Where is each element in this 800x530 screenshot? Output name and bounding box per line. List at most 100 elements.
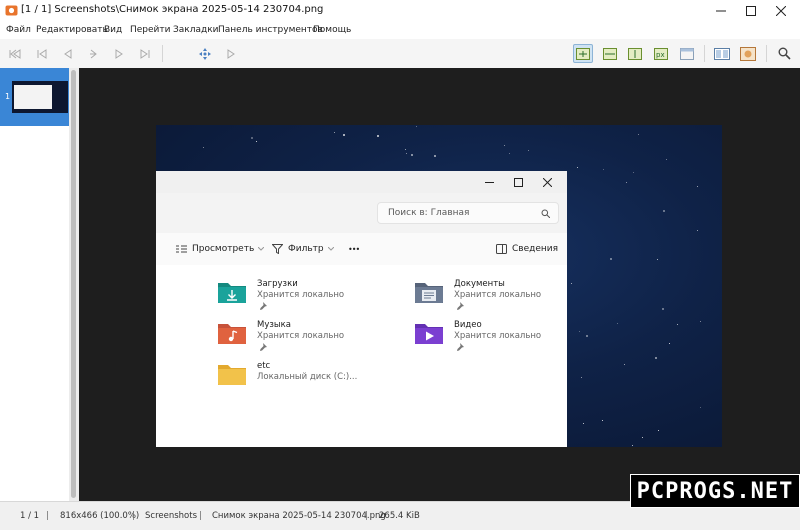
star-dot: [528, 149, 530, 151]
search-icon: [541, 209, 550, 218]
more-command: •••: [348, 242, 360, 256]
thumbnail-panel: 1: [0, 68, 69, 501]
toolbar-divider: [704, 45, 705, 62]
last-page-icon: [140, 48, 150, 59]
folder-documents: Документы Хранится локально: [414, 279, 584, 313]
filter-command: Фильтр: [272, 242, 339, 256]
fit-height-button[interactable]: [625, 44, 645, 63]
menu-toolbar[interactable]: Панель инструментов: [218, 25, 323, 35]
maximize-icon: [513, 177, 523, 187]
explorer-address-bar: Поиск в: Главная: [156, 193, 567, 234]
status-file-name: Снимок экрана 2025-05-14 230704.png: [212, 511, 386, 521]
previous-folder-button[interactable]: [32, 44, 52, 63]
move-button[interactable]: [195, 44, 215, 63]
blank-icon: [680, 47, 694, 60]
last-page-button[interactable]: [135, 44, 155, 63]
menu-go[interactable]: Перейти: [130, 25, 171, 35]
star-dot: [657, 430, 659, 432]
folder-icon: [218, 365, 246, 385]
blank-view-button[interactable]: [677, 44, 697, 63]
star-dot: [632, 445, 634, 447]
star-dot: [251, 137, 254, 140]
star-dot: [625, 182, 627, 184]
rotate-icon: [90, 49, 97, 58]
minimize-button[interactable]: [706, 0, 736, 22]
menu-bookmarks[interactable]: Закладки: [173, 25, 219, 35]
manga-mode-button[interactable]: [738, 44, 758, 63]
maximize-button[interactable]: [736, 0, 766, 22]
star-dot: [434, 154, 437, 157]
minimize-icon: [484, 181, 494, 183]
star-dot: [334, 131, 336, 133]
fit-window-button[interactable]: [573, 44, 593, 63]
chevron-down-icon: [258, 247, 265, 251]
toolbar-divider: [162, 45, 163, 62]
status-page-count: 1 / 1: [20, 511, 40, 521]
watermark-text: PCPROGS.NET: [636, 479, 794, 504]
menu-help[interactable]: Помощь: [313, 25, 351, 35]
next-icon: [115, 48, 123, 59]
star-dot: [580, 376, 582, 378]
next-button[interactable]: [109, 44, 129, 63]
star-dot: [582, 422, 584, 424]
close-button[interactable]: [766, 0, 796, 22]
menu-view[interactable]: Вид: [104, 25, 122, 35]
manga-icon: [740, 46, 756, 61]
search-button[interactable]: [774, 44, 794, 63]
search-icon: [778, 47, 791, 60]
svg-text:px: px: [656, 51, 665, 59]
first-page-button[interactable]: [5, 44, 25, 63]
star-dot: [504, 145, 506, 147]
menu-file[interactable]: Файл: [6, 25, 31, 35]
fit-width-icon: [603, 47, 617, 60]
explorer-title-bar: [156, 171, 567, 193]
folder-name: etc: [257, 361, 271, 371]
close-icon: [776, 6, 786, 16]
actual-size-icon: px: [654, 47, 668, 60]
star-dot: [700, 321, 702, 323]
rotate-button[interactable]: [84, 44, 104, 63]
music-folder-icon: [218, 324, 246, 344]
star-dot: [376, 135, 379, 138]
star-dot: [616, 322, 618, 324]
thumbnail-item[interactable]: 1: [0, 68, 69, 126]
star-dot: [699, 406, 701, 408]
folder-name: Загрузки: [257, 279, 298, 289]
folder-status: Хранится локально: [257, 331, 345, 341]
star-dot: [665, 158, 667, 160]
folder-name: Музыка: [257, 320, 291, 330]
star-dot: [603, 169, 605, 170]
star-dot: [637, 134, 639, 136]
thumbnail-image: [12, 81, 68, 113]
star-dot: [405, 152, 407, 154]
star-dot: [410, 154, 413, 157]
more-icon: •••: [348, 244, 360, 254]
close-icon: [542, 177, 552, 187]
search-placeholder: Поиск в: Главная: [388, 208, 470, 218]
thumbnail-window-preview: [14, 85, 52, 109]
view-command-label: Просмотреть: [192, 244, 255, 254]
star-dot: [657, 258, 659, 260]
star-dot: [405, 149, 407, 151]
previous-button[interactable]: [58, 44, 78, 63]
star-dot: [676, 324, 678, 326]
image-viewer[interactable]: Поиск в: Главная Просмотреть Фильтр •••: [79, 68, 800, 501]
folder-status: Хранится локально: [454, 331, 542, 341]
folder-video: Видео Хранится локально: [414, 320, 584, 354]
actual-size-button[interactable]: px: [651, 44, 671, 63]
explorer-command-bar: Просмотреть Фильтр ••• Сведения: [156, 233, 567, 266]
scrollbar-thumb[interactable]: [71, 70, 76, 498]
play-button[interactable]: [221, 44, 241, 63]
fit-height-icon: [628, 47, 642, 60]
menu-edit[interactable]: Редактировать: [36, 25, 108, 35]
dual-page-button[interactable]: [712, 44, 732, 63]
sidebar-scrollbar[interactable]: [69, 68, 79, 501]
chevron-down-icon: [327, 247, 334, 251]
status-separator: |: [365, 511, 368, 521]
watermark-logo: PCPROGS.NET: [630, 474, 800, 508]
fit-width-button[interactable]: [600, 44, 620, 63]
details-command: Сведения: [496, 242, 558, 256]
toolbar-divider: [766, 45, 767, 62]
star-dot: [663, 210, 666, 213]
explorer-window-screenshot: Поиск в: Главная Просмотреть Фильтр •••: [156, 171, 567, 447]
